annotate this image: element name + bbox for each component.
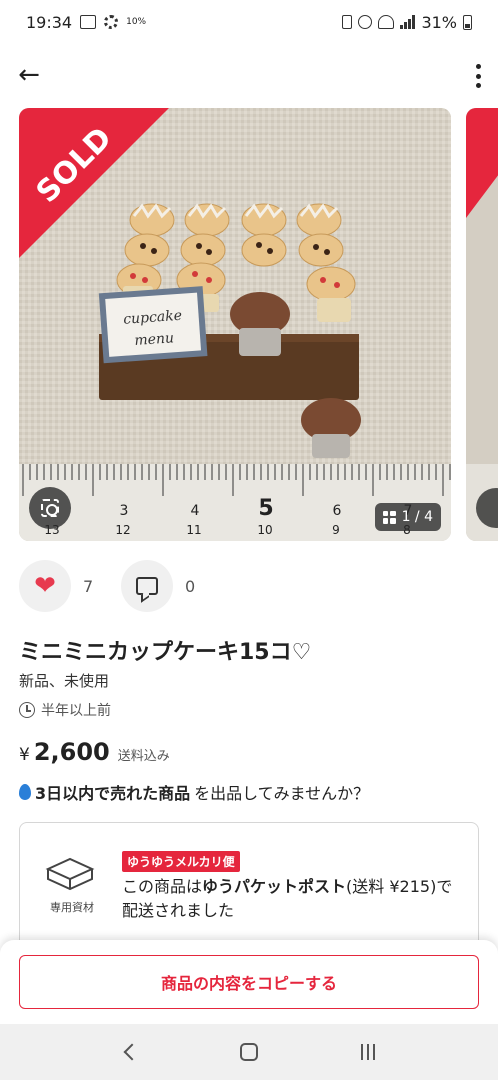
ruler-bottom-label: 9 bbox=[332, 523, 340, 537]
gallery-notification-icon bbox=[80, 15, 97, 29]
battery-icon bbox=[463, 14, 472, 30]
ruler-top-label: 6 bbox=[333, 503, 342, 519]
flame-icon bbox=[19, 784, 31, 800]
sign-line2-text: menu bbox=[134, 330, 175, 349]
comment-icon bbox=[136, 577, 158, 595]
visual-search-button[interactable] bbox=[29, 487, 71, 529]
price: ¥ 2,600 送料込み bbox=[19, 738, 170, 766]
product-photo-image: cupcake menu 345671312111098 SOLD bbox=[19, 108, 451, 541]
settings-notification-icon bbox=[104, 15, 119, 29]
ruler-top-label: 5 bbox=[258, 496, 273, 521]
status-time: 19:34 bbox=[26, 12, 73, 32]
social-actions: ❤ 7 0 bbox=[19, 560, 211, 612]
status-right: 31% bbox=[342, 13, 472, 32]
promo-bold-text: 3日以内で売れた商品 bbox=[35, 784, 191, 803]
cupcake-menu-sign: cupcake menu bbox=[98, 286, 208, 364]
grid-icon bbox=[382, 510, 396, 524]
nav-home-button[interactable] bbox=[229, 1032, 269, 1072]
ruler-bottom-label: 12 bbox=[115, 523, 130, 537]
temperature-badge: 10% bbox=[126, 17, 147, 27]
shipping-method-name: ゆうパケットポスト bbox=[202, 877, 347, 896]
nav-recents-icon bbox=[361, 1044, 376, 1060]
next-photo-image bbox=[466, 108, 498, 541]
signal-icon bbox=[400, 15, 416, 29]
comment-count: 0 bbox=[185, 576, 196, 596]
next-photo-peek[interactable] bbox=[466, 108, 498, 541]
ruler-top-label: 4 bbox=[191, 503, 200, 519]
posted-time: 半年以上前 bbox=[19, 700, 111, 720]
ruler-top-label: 3 bbox=[120, 503, 129, 519]
ruler-bottom-label: 10 bbox=[257, 523, 272, 537]
photo-gallery[interactable]: cupcake menu 345671312111098 SOLD 1 / 4 bbox=[0, 108, 498, 541]
status-bar: 19:34 10% 31% bbox=[0, 0, 498, 44]
copy-item-button[interactable]: 商品の内容をコピーする bbox=[19, 955, 479, 1009]
status-left: 19:34 10% bbox=[26, 13, 146, 32]
promo-text: を出品してみませんか？ bbox=[194, 784, 370, 803]
system-nav-bar bbox=[0, 1024, 498, 1080]
bottom-action-bar: 商品の内容をコピーする bbox=[0, 940, 498, 1024]
nav-back-button[interactable] bbox=[110, 1032, 150, 1072]
app-bar: ← bbox=[0, 50, 498, 100]
comment-button[interactable] bbox=[121, 560, 173, 612]
back-arrow-icon[interactable]: ← bbox=[14, 60, 44, 90]
lock-status-icon bbox=[342, 15, 353, 29]
like-button[interactable]: ❤ bbox=[19, 560, 71, 612]
more-options-icon[interactable] bbox=[474, 64, 482, 88]
shipping-description: この商品はゆうパケットポスト(送料 ¥215)で配送されました bbox=[122, 875, 468, 923]
item-condition: 新品、未使用 bbox=[19, 672, 110, 690]
alarm-icon bbox=[358, 15, 373, 29]
nav-back-icon bbox=[123, 1043, 141, 1061]
box-caption: 専用資材 bbox=[50, 901, 94, 914]
shipping-method-tag: ゆうゆうメルカリ便 bbox=[122, 851, 240, 872]
price-value: 2,600 bbox=[33, 738, 110, 766]
photo-counter[interactable]: 1 / 4 bbox=[374, 503, 441, 531]
item-title: ミニミニカップケーキ15コ♡ bbox=[19, 640, 312, 665]
shipping-included-note: 送料込み bbox=[117, 749, 170, 764]
package-box-icon bbox=[45, 857, 95, 891]
lens-search-icon bbox=[41, 499, 59, 517]
wifi-icon bbox=[378, 15, 395, 29]
product-photo[interactable]: cupcake menu 345671312111098 SOLD 1 / 4 bbox=[19, 108, 451, 541]
ruler-bottom-label: 11 bbox=[186, 523, 201, 537]
heart-icon: ❤ bbox=[34, 571, 56, 601]
like-count: 7 bbox=[83, 576, 94, 596]
posted-time-text: 半年以上前 bbox=[41, 703, 111, 719]
price-currency: ¥ bbox=[19, 745, 30, 765]
photo-counter-text: 1 / 4 bbox=[401, 509, 433, 525]
sell-promo-link[interactable]: 3日以内で売れた商品 を出品してみませんか？ bbox=[19, 780, 369, 804]
shipping-text-prefix: この商品は bbox=[122, 877, 203, 896]
nav-recents-button[interactable] bbox=[348, 1032, 388, 1072]
nav-home-icon bbox=[239, 1043, 258, 1061]
clock-icon bbox=[19, 702, 35, 718]
battery-percent: 31% bbox=[421, 12, 457, 32]
